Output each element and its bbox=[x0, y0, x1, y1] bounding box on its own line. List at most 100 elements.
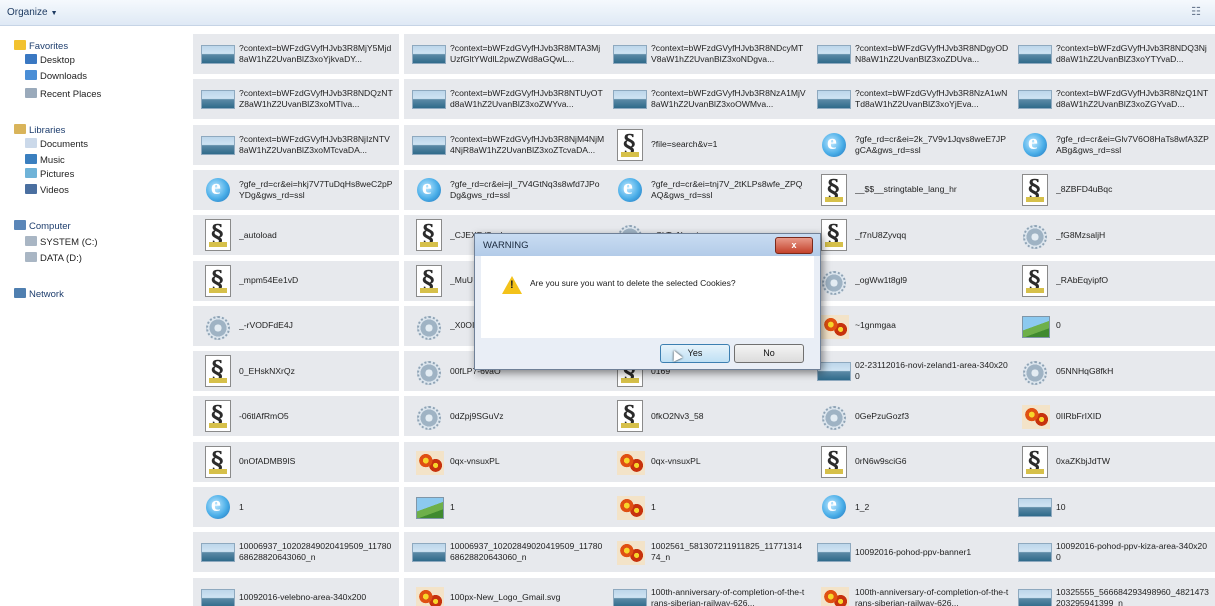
file-item[interactable]: _ogWw1t8gl9 bbox=[809, 260, 1015, 301]
file-item[interactable]: 10092016-pohod-ppv-banner1 bbox=[809, 532, 1015, 573]
file-item[interactable]: 10092016-velebno-area-340x200 bbox=[193, 577, 399, 606]
drive-icon bbox=[25, 236, 37, 246]
dialog-titlebar[interactable]: WARNING x bbox=[475, 234, 820, 256]
file-item[interactable]: ?context=bWFzdGVyfHJvb3R8NTUyOTd8aW1hZ2U… bbox=[404, 79, 610, 120]
file-item[interactable]: 0xaZKbjJdTW bbox=[1010, 441, 1215, 482]
file-item[interactable]: _fG8MzsaljH bbox=[1010, 215, 1215, 256]
nav-item-documents[interactable]: Documents bbox=[25, 138, 88, 151]
file-item[interactable]: _-rVODFdE4J bbox=[193, 305, 399, 346]
file-item[interactable]: __$$__stringtable_lang_hr bbox=[809, 169, 1015, 210]
script-file-icon bbox=[821, 173, 847, 206]
nav-item-desktop[interactable]: Desktop bbox=[25, 54, 75, 67]
image-file-icon bbox=[1018, 45, 1052, 64]
file-item[interactable]: ?gfe_rd=cr&ei=tnj7V_2tKLPs8wfe_ZPQAQ&gws… bbox=[605, 169, 811, 210]
nav-item-pictures[interactable]: Pictures bbox=[25, 168, 74, 181]
nav-item-data-d[interactable]: DATA (D:) bbox=[25, 252, 82, 265]
file-item[interactable]: 0GePzuGozf3 bbox=[809, 396, 1015, 437]
file-item[interactable]: 0 bbox=[1010, 305, 1215, 346]
file-item[interactable]: 10 bbox=[1010, 487, 1215, 527]
system-file-icon bbox=[1023, 225, 1047, 250]
file-item[interactable]: 1 bbox=[193, 487, 399, 527]
nav-item-favorites[interactable]: Favorites bbox=[14, 40, 68, 53]
nav-item-videos[interactable]: Videos bbox=[25, 184, 69, 197]
close-button[interactable]: x bbox=[775, 237, 813, 254]
file-name: 02-23112016-novi-zeland1-area-340x200 bbox=[855, 360, 1008, 382]
file-item[interactable]: 1002561_581307211911825_1177131474_n bbox=[605, 532, 811, 573]
file-item[interactable]: ?gfe_rd=cr&ei=Glv7V6O8HaTs8wfA3ZPABg&gws… bbox=[1010, 124, 1215, 165]
nav-item-music[interactable]: Music bbox=[25, 154, 65, 167]
file-item[interactable]: 0fkO2Nv3_58 bbox=[605, 396, 811, 437]
file-item[interactable]: 10006937_10202849020419509_1178068628820… bbox=[404, 532, 610, 573]
system-file-icon bbox=[417, 315, 441, 340]
file-name: ?gfe_rd=cr&ei=2k_7V9v1Jqvs8weE7JPgCA&gws… bbox=[855, 133, 1006, 155]
file-item[interactable]: ?gfe_rd=cr&ei=jl_7V4GtNq3s8wfd7JPoDg&gws… bbox=[404, 169, 610, 210]
no-button[interactable]: No bbox=[734, 344, 804, 363]
file-item[interactable]: 10092016-pohod-ppv-kiza-area-340x200 bbox=[1010, 532, 1215, 573]
script-file-icon bbox=[205, 219, 231, 252]
nav-item-recent-places[interactable]: Recent Places bbox=[25, 88, 101, 101]
file-item[interactable]: ?context=bWFzdGVyfHJvb3R8NDcyMTV8aW1hZ2U… bbox=[605, 34, 811, 74]
file-item[interactable]: 100th-anniversary-of-completion-of-the-t… bbox=[605, 577, 811, 606]
nav-item-label: Videos bbox=[40, 185, 69, 196]
file-name: ?gfe_rd=cr&ei=jl_7V4GtNq3s8wfd7JPoDg&gws… bbox=[450, 178, 600, 200]
file-item[interactable]: _8ZBFD4uBqc bbox=[1010, 169, 1215, 210]
file-item[interactable]: _RAbEqyipfO bbox=[1010, 260, 1215, 301]
organize-button[interactable]: Organize ▼ bbox=[7, 7, 58, 18]
nav-item-network[interactable]: Network bbox=[14, 288, 64, 301]
file-item[interactable]: 0_EHskNXrQz bbox=[193, 351, 399, 392]
file-item[interactable]: 0qx-vnsuxPL bbox=[404, 441, 610, 482]
file-item[interactable]: ?context=bWFzdGVyfHJvb3R8NzA1MjV8aW1hZ2U… bbox=[605, 79, 811, 120]
file-name: 100th-anniversary-of-completion-of-the-t… bbox=[651, 586, 805, 606]
file-item[interactable]: ?context=bWFzdGVyfHJvb3R8MTA3MjUzfGltYWd… bbox=[404, 34, 610, 74]
file-item[interactable]: ?context=bWFzdGVyfHJvb3R8NzA1wNTd8aW1hZ2… bbox=[809, 79, 1015, 120]
view-options-icon[interactable]: ☷ bbox=[1187, 5, 1205, 19]
file-item[interactable]: 0rN6w9sciG6 bbox=[809, 441, 1015, 482]
nav-item-label: Computer bbox=[29, 221, 71, 232]
file-item[interactable]: ?gfe_rd=cr&ei=2k_7V9v1Jqvs8weE7JPgCA&gws… bbox=[809, 124, 1015, 165]
dialog-body: Are you sure you want to delete the sele… bbox=[481, 256, 814, 338]
nav-item-downloads[interactable]: Downloads bbox=[25, 70, 87, 83]
file-item[interactable]: 0dZpj9SGuVz bbox=[404, 396, 610, 437]
script-file-icon bbox=[617, 128, 643, 161]
file-item[interactable]: 10325555_566684293498960_482147320329594… bbox=[1010, 577, 1215, 606]
file-item[interactable]: 0nOfADMB9IS bbox=[193, 441, 399, 482]
file-item[interactable]: ?context=bWFzdGVyfHJvb3R8NDgyODN8aW1hZ2U… bbox=[809, 34, 1015, 74]
internet-shortcut-icon bbox=[822, 491, 846, 519]
image-file-icon bbox=[1018, 588, 1052, 606]
file-name: ?context=bWFzdGVyfHJvb3R8NDQzNTZ8aW1hZ2U… bbox=[239, 88, 393, 110]
file-item[interactable]: 02-23112016-novi-zeland1-area-340x200 bbox=[809, 351, 1015, 392]
file-item[interactable]: 100th-anniversary-of-completion-of-the-t… bbox=[809, 577, 1015, 606]
file-item[interactable]: 05NNHqG8fkH bbox=[1010, 351, 1215, 392]
file-item[interactable]: ?context=bWFzdGVyfHJvb3R8MjY5Mjd8aW1hZ2U… bbox=[193, 34, 399, 74]
file-name: 0xaZKbjJdTW bbox=[1056, 456, 1110, 467]
file-item[interactable]: 1 bbox=[404, 487, 610, 527]
file-item[interactable]: 0IIRbFrIXID bbox=[1010, 396, 1215, 437]
file-item[interactable]: ?file=search&v=1 bbox=[605, 124, 811, 165]
file-item[interactable]: ?gfe_rd=cr&ei=hkj7V7TuDqHs8weC2pPYDg&gws… bbox=[193, 169, 399, 210]
file-item[interactable]: _autoload bbox=[193, 215, 399, 256]
file-name: ?context=bWFzdGVyfHJvb3R8NjM4NjM4NjR8aW1… bbox=[450, 133, 605, 155]
file-item[interactable]: ?context=bWFzdGVyfHJvb3R8NDQzNTZ8aW1hZ2U… bbox=[193, 79, 399, 120]
file-item[interactable]: ?context=bWFzdGVyfHJvb3R8NzQ1NTd8aW1hZ2U… bbox=[1010, 79, 1215, 120]
file-name: ?gfe_rd=cr&ei=tnj7V_2tKLPs8wfe_ZPQAQ&gws… bbox=[651, 178, 803, 200]
nav-item-libraries[interactable]: Libraries bbox=[14, 124, 65, 137]
file-item[interactable]: 1_2 bbox=[809, 487, 1015, 527]
internet-shortcut-icon bbox=[206, 491, 230, 519]
nav-item-computer[interactable]: Computer bbox=[14, 220, 71, 233]
file-item[interactable]: 10006937_10202849020419509_1178068628820… bbox=[193, 532, 399, 573]
nav-item-system-c[interactable]: SYSTEM (C:) bbox=[25, 236, 98, 249]
file-name: 10325555_566684293498960_482147320329594… bbox=[1056, 586, 1209, 606]
file-item[interactable]: 100px-New_Logo_Gmail.svg bbox=[404, 577, 610, 606]
file-item[interactable]: _f7nU8Zyvqq bbox=[809, 215, 1015, 256]
file-item[interactable]: ?context=bWFzdGVyfHJvb3R8NjIzNTV8aW1hZ2U… bbox=[193, 124, 399, 165]
file-item[interactable]: 0qx-vnsuxPL bbox=[605, 441, 811, 482]
file-item[interactable]: ?context=bWFzdGVyfHJvb3R8NDQ3Njd8aW1hZ2U… bbox=[1010, 34, 1215, 74]
file-item[interactable]: 1 bbox=[605, 487, 811, 527]
file-name: ?context=bWFzdGVyfHJvb3R8NTUyOTd8aW1hZ2U… bbox=[450, 88, 603, 110]
file-item[interactable]: -06tlAfRmO5 bbox=[193, 396, 399, 437]
script-file-icon bbox=[205, 355, 231, 388]
file-item[interactable]: ~1gnmgaa bbox=[809, 305, 1015, 346]
file-name: ?context=bWFzdGVyfHJvb3R8NDgyODN8aW1hZ2U… bbox=[855, 43, 1009, 64]
file-item[interactable]: ?context=bWFzdGVyfHJvb3R8NjM4NjM4NjR8aW1… bbox=[404, 124, 610, 165]
file-item[interactable]: _mpm54Ee1vD bbox=[193, 260, 399, 301]
